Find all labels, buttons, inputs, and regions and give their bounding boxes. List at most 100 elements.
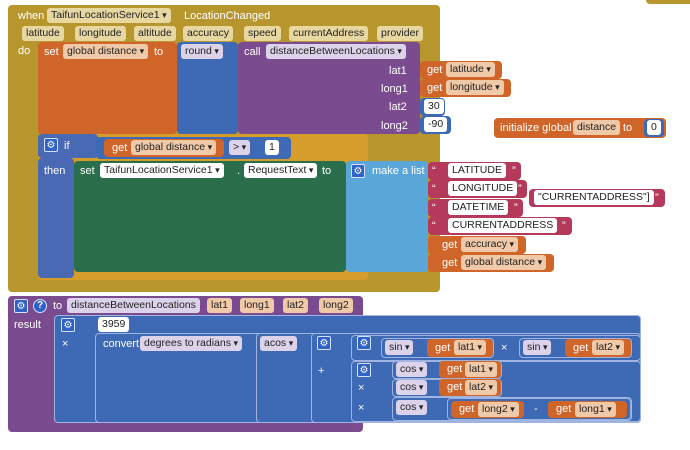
get-label: get: [573, 342, 589, 354]
quote-icon: ”: [514, 202, 518, 214]
number-field-3959[interactable]: 3959: [98, 317, 130, 332]
cos-dropdown-3[interactable]: cos: [396, 400, 428, 415]
convert-label: convert: [103, 338, 140, 350]
text-field-latitude[interactable]: LATITUDE: [448, 163, 506, 178]
number-field-neg90[interactable]: -90: [424, 117, 448, 132]
event-param-provider[interactable]: provider: [377, 26, 423, 41]
init-to-label: to: [623, 122, 633, 134]
dot-label: .: [237, 165, 241, 177]
round-dropdown[interactable]: round: [181, 44, 223, 59]
floating-text-field[interactable]: "CURRENTADDRESS"]: [534, 190, 654, 205]
get-label: get: [447, 363, 463, 375]
when-label: when: [18, 10, 45, 22]
make-list-gear-icon[interactable]: ⚙: [351, 164, 365, 178]
get-lat1-dropdown[interactable]: lat1: [454, 340, 486, 355]
proc-param-long2[interactable]: long2: [319, 298, 353, 313]
text-field-datetime[interactable]: DATETIME: [448, 200, 509, 215]
if-get-var-dropdown[interactable]: global distance: [131, 140, 217, 155]
event-param-currentaddress[interactable]: currentAddress: [289, 26, 369, 41]
proc-param-lat1[interactable]: lat1: [207, 298, 232, 313]
initialize-global-label: initialize global: [500, 122, 572, 134]
multiply-sin-gear-icon[interactable]: ⚙: [357, 336, 371, 350]
event-param-speed[interactable]: speed: [244, 26, 281, 41]
quote-icon: ”: [655, 192, 659, 204]
to-label: to: [322, 165, 332, 177]
get-lat1-dropdown-2[interactable]: lat1: [465, 362, 497, 377]
set-var-dropdown[interactable]: global distance: [63, 44, 149, 59]
get-label: get: [447, 381, 463, 393]
sin-dropdown-2[interactable]: sin: [523, 340, 552, 355]
call-proc-dropdown[interactable]: distanceBetweenLocations: [266, 44, 406, 59]
help-icon[interactable]: ?: [33, 299, 47, 313]
number-field-30[interactable]: 30: [424, 99, 444, 114]
arg-label-lat1: lat1: [389, 65, 407, 77]
make-a-list-label: make a list: [372, 165, 425, 177]
get-latitude-dropdown[interactable]: latitude: [446, 62, 495, 77]
sin-dropdown-1[interactable]: sin: [385, 340, 414, 355]
set-label: set: [44, 46, 59, 58]
get-lat2-dropdown[interactable]: lat2: [592, 340, 624, 355]
get-long1-dropdown[interactable]: long1: [575, 402, 616, 417]
quote-icon: “: [432, 220, 436, 232]
get-label: get: [427, 64, 443, 76]
get-global-distance-dropdown[interactable]: global distance: [461, 255, 547, 270]
if-gear-icon[interactable]: ⚙: [44, 138, 58, 152]
text-field-longitude[interactable]: LONGITUDE: [448, 181, 518, 196]
init-number-field[interactable]: 0: [647, 120, 661, 135]
text-field-currentaddress[interactable]: CURRENTADDRESS: [448, 218, 558, 233]
arg-label-lat2: lat2: [389, 101, 407, 113]
proc-param-long1[interactable]: long1: [240, 298, 274, 313]
plus-gear-icon[interactable]: ⚙: [317, 336, 331, 350]
minus-symbol: -: [534, 403, 538, 415]
compare-number-field[interactable]: 1: [265, 140, 279, 155]
call-label: call: [244, 46, 261, 58]
proc-param-lat2[interactable]: lat2: [283, 298, 308, 313]
quote-icon: ”: [562, 220, 566, 232]
convert-mode-dropdown[interactable]: degrees to radians: [140, 336, 243, 351]
multiply-gear-icon[interactable]: ⚙: [61, 318, 75, 332]
if-label: if: [64, 140, 70, 152]
event-param-longitude[interactable]: longitude: [75, 26, 126, 41]
get-label: get: [459, 403, 475, 415]
get-accuracy-dropdown[interactable]: accuracy: [461, 237, 519, 252]
init-var-name-field[interactable]: distance: [573, 120, 621, 135]
get-lat2-dropdown-2[interactable]: lat2: [465, 380, 497, 395]
times-symbol: ×: [501, 342, 508, 354]
get-label: get: [427, 82, 443, 94]
get-label: get: [442, 257, 458, 269]
then-label: then: [44, 165, 66, 177]
cos-dropdown-2[interactable]: cos: [396, 380, 428, 395]
event-param-latitude[interactable]: latitude: [22, 26, 64, 41]
acos-dropdown[interactable]: acos: [260, 336, 298, 351]
proc-to-label: to: [53, 300, 63, 312]
get-label: get: [556, 403, 572, 415]
quote-icon: “: [432, 183, 436, 195]
quote-icon: “: [432, 165, 436, 177]
event-param-accuracy[interactable]: accuracy: [183, 26, 234, 41]
cos-dropdown-1[interactable]: cos: [396, 362, 428, 377]
event-name-label: LocationChanged: [184, 10, 271, 22]
compare-operator-dropdown[interactable]: >: [229, 140, 251, 155]
set-component-dropdown[interactable]: TaifunLocationService1: [100, 163, 224, 178]
quote-icon: ”: [518, 183, 522, 195]
proc-name-field[interactable]: distanceBetweenLocations: [67, 298, 200, 313]
multiply-cos-gear-icon[interactable]: ⚙: [357, 363, 371, 377]
times-symbol: ×: [358, 382, 365, 394]
set-label: set: [80, 165, 95, 177]
arg-label-long1: long1: [381, 83, 408, 95]
get-label: get: [112, 142, 128, 154]
get-label: get: [442, 239, 458, 251]
get-long2-dropdown[interactable]: long2: [478, 402, 519, 417]
set-property-dropdown[interactable]: RequestText: [244, 163, 318, 178]
event-component-dropdown[interactable]: TaifunLocationService1: [47, 8, 171, 23]
offscreen-block-fragment[interactable]: [646, 0, 690, 4]
times-symbol: ×: [62, 338, 69, 350]
get-longitude-dropdown[interactable]: longitude: [446, 80, 504, 95]
quote-icon: ”: [512, 165, 516, 177]
plus-symbol: +: [318, 365, 325, 377]
to-label: to: [154, 46, 164, 58]
arg-label-long2: long2: [381, 120, 408, 132]
event-param-altitude[interactable]: altitude: [134, 26, 176, 41]
times-symbol: ×: [358, 402, 365, 414]
proc-gear-icon[interactable]: ⚙: [14, 299, 28, 313]
